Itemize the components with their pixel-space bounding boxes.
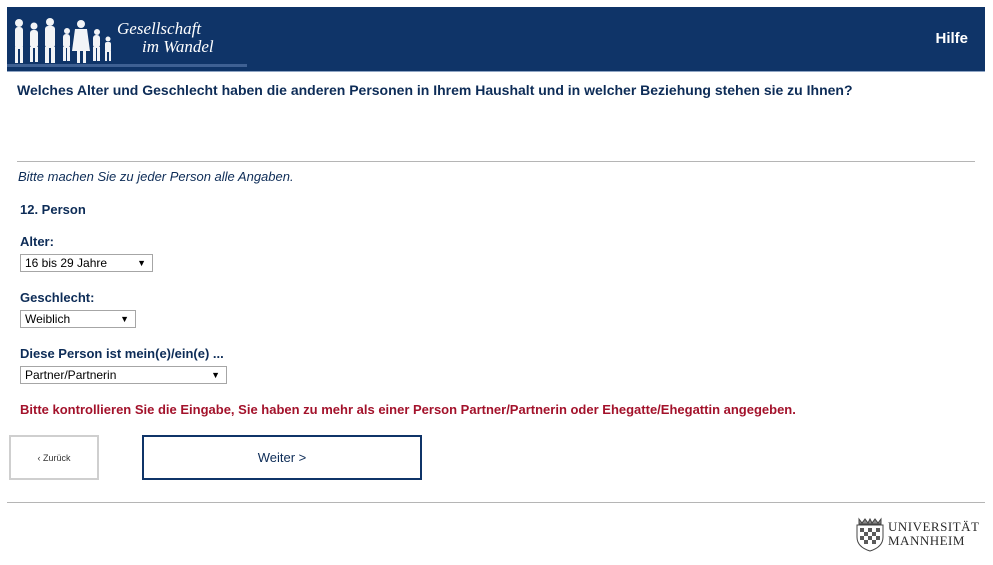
footer-divider bbox=[7, 502, 985, 503]
age-label: Alter: bbox=[20, 234, 54, 249]
university-line-1: UNIVERSITÄT bbox=[888, 519, 980, 534]
university-name: UNIVERSITÄT MANNHEIM bbox=[888, 520, 979, 548]
logo-line-2: im Wandel bbox=[142, 37, 214, 56]
relation-select[interactable]: Partner/Partnerin ▼ bbox=[20, 366, 227, 384]
university-crest-icon bbox=[856, 517, 884, 552]
gender-select-value: Weiblich bbox=[25, 312, 71, 326]
university-logo: UNIVERSITÄT MANNHEIM bbox=[853, 515, 988, 555]
help-link[interactable]: Hilfe bbox=[935, 30, 968, 47]
relation-select-value: Partner/Partnerin bbox=[25, 368, 117, 382]
dropdown-arrow-icon: ▼ bbox=[211, 370, 220, 380]
logo-text: Gesellschaft im Wandel bbox=[117, 20, 214, 56]
university-line-2: MANNHEIM bbox=[888, 533, 965, 548]
person-title: 12. Person bbox=[20, 202, 86, 217]
question-text: Welches Alter und Geschlecht haben die a… bbox=[17, 82, 853, 98]
error-message: Bitte kontrollieren Sie die Eingabe, Sie… bbox=[20, 402, 796, 417]
age-select-value: 16 bis 29 Jahre bbox=[25, 256, 108, 270]
divider bbox=[17, 161, 975, 162]
back-button[interactable]: ‹ Zurück bbox=[9, 435, 99, 480]
age-select[interactable]: 16 bis 29 Jahre ▼ bbox=[20, 254, 153, 272]
gender-label: Geschlecht: bbox=[20, 290, 95, 305]
next-button[interactable]: Weiter > bbox=[142, 435, 422, 480]
gender-select[interactable]: Weiblich ▼ bbox=[20, 310, 136, 328]
logo-line-1: Gesellschaft bbox=[117, 19, 202, 38]
instruction-text: Bitte machen Sie zu jeder Person alle An… bbox=[18, 169, 294, 184]
survey-logo: Gesellschaft im Wandel bbox=[7, 7, 247, 71]
dropdown-arrow-icon: ▼ bbox=[137, 258, 146, 268]
header-bar: Gesellschaft im Wandel Hilfe bbox=[7, 7, 985, 72]
dropdown-arrow-icon: ▼ bbox=[120, 314, 129, 324]
relation-label: Diese Person ist mein(e)/ein(e) ... bbox=[20, 346, 224, 361]
